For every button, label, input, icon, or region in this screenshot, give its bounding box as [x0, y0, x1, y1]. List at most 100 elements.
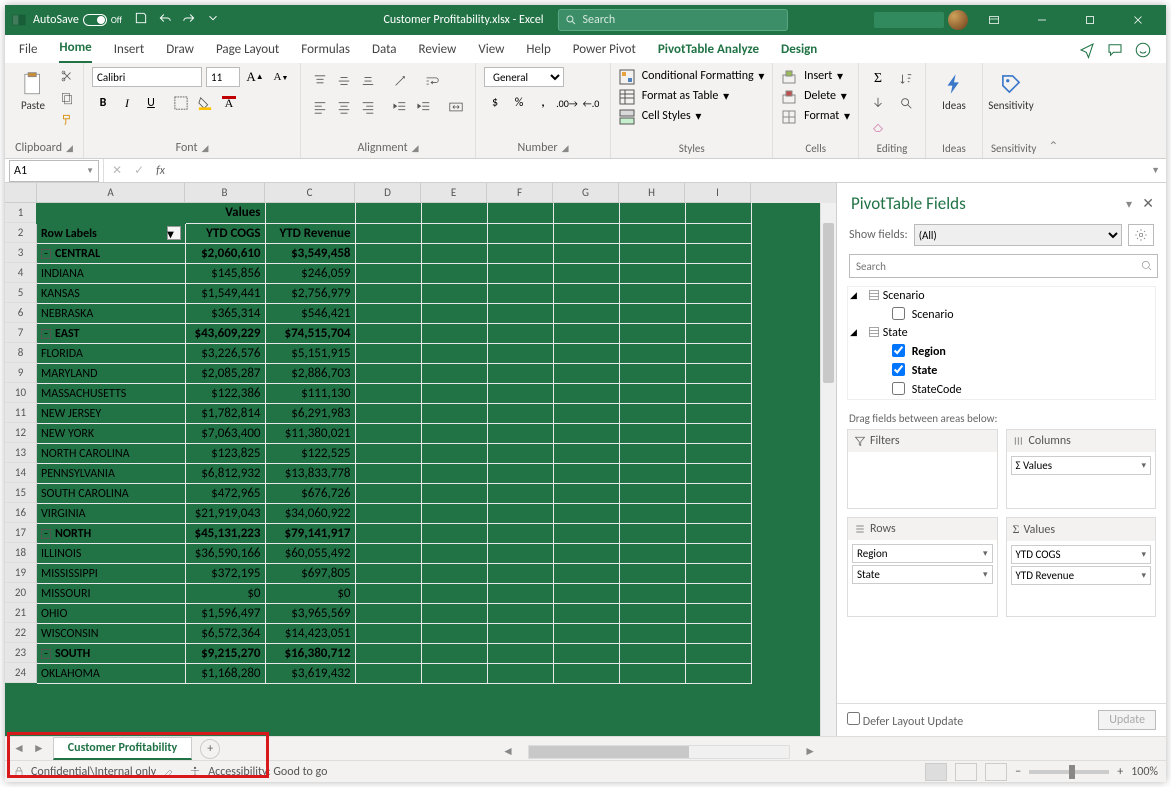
zoom-out-button[interactable]: −: [1015, 765, 1021, 779]
field-list-item[interactable]: ◢ State: [848, 324, 1155, 342]
cell[interactable]: [553, 623, 619, 643]
cell[interactable]: $43,609,229: [185, 323, 265, 343]
row-header[interactable]: 20: [5, 583, 37, 603]
cell[interactable]: [355, 563, 421, 583]
bold-button[interactable]: B: [92, 93, 114, 113]
search-input[interactable]: Search: [558, 9, 788, 31]
update-button[interactable]: Update: [1098, 710, 1156, 730]
font-name-input[interactable]: [92, 67, 202, 87]
cell[interactable]: [265, 203, 355, 223]
cell[interactable]: VIRGINIA: [41, 507, 86, 521]
cell[interactable]: $6,572,364: [185, 623, 265, 643]
cell[interactable]: [619, 583, 685, 603]
cell[interactable]: [421, 623, 487, 643]
cell[interactable]: $2,756,979: [265, 283, 355, 303]
undo-button[interactable]: [158, 11, 172, 29]
field-list-item[interactable]: Region: [848, 342, 1155, 361]
shrink-font-button[interactable]: A▼: [270, 67, 292, 87]
cell[interactable]: [685, 463, 751, 483]
cell[interactable]: $3,619,432: [265, 663, 355, 683]
tab-power-pivot[interactable]: Power Pivot: [573, 36, 636, 63]
cell[interactable]: [487, 643, 553, 663]
row-header[interactable]: 13: [5, 443, 37, 463]
cell[interactable]: [355, 483, 421, 503]
cell[interactable]: [619, 303, 685, 323]
column-header[interactable]: F: [487, 183, 553, 203]
cell[interactable]: [421, 323, 487, 343]
row-header[interactable]: 24: [5, 663, 37, 683]
cell[interactable]: [619, 343, 685, 363]
cell[interactable]: [421, 423, 487, 443]
cell[interactable]: [685, 343, 751, 363]
cell[interactable]: [487, 623, 553, 643]
row-header[interactable]: 14: [5, 463, 37, 483]
cell[interactable]: [421, 643, 487, 663]
align-center-button[interactable]: [333, 97, 355, 117]
sort-filter-button[interactable]: [895, 69, 917, 89]
cell[interactable]: $472,965: [185, 483, 265, 503]
page-break-view-button[interactable]: [985, 763, 1007, 781]
cell[interactable]: [553, 403, 619, 423]
cell[interactable]: [685, 443, 751, 463]
cell[interactable]: NEBRASKA: [41, 307, 93, 321]
format-as-table-button[interactable]: Format as Table ▾: [619, 89, 729, 105]
cell[interactable]: [355, 283, 421, 303]
column-header[interactable]: H: [619, 183, 685, 203]
cell[interactable]: $122,525: [265, 443, 355, 463]
ideas-button[interactable]: Ideas: [934, 67, 974, 112]
cell[interactable]: $6,812,932: [185, 463, 265, 483]
cell[interactable]: FLORIDA: [41, 347, 83, 361]
cell[interactable]: [619, 543, 685, 563]
sheet-nav-next[interactable]: ►: [33, 741, 45, 756]
comments-button[interactable]: [1106, 41, 1124, 63]
cell[interactable]: [685, 323, 751, 343]
cell[interactable]: MISSISSIPPI: [41, 567, 98, 581]
cell[interactable]: [619, 383, 685, 403]
field-list-item[interactable]: ◢ Scenario: [848, 287, 1155, 305]
cell[interactable]: [685, 603, 751, 623]
merge-center-button[interactable]: [445, 97, 467, 117]
cell[interactable]: [619, 523, 685, 543]
cell[interactable]: [355, 323, 421, 343]
cell[interactable]: [553, 243, 619, 263]
tab-data[interactable]: Data: [372, 36, 397, 63]
row-header[interactable]: 17: [5, 523, 37, 543]
cell[interactable]: [487, 243, 553, 263]
cell[interactable]: $2,060,610: [185, 243, 265, 263]
cell[interactable]: [685, 663, 751, 683]
cell[interactable]: [685, 543, 751, 563]
column-header[interactable]: I: [685, 183, 751, 203]
paste-button[interactable]: Paste: [13, 67, 53, 112]
field-list[interactable]: ◢ Scenario Scenario◢ State Region State …: [847, 286, 1156, 400]
row-header[interactable]: 22: [5, 623, 37, 643]
cell[interactable]: [685, 523, 751, 543]
row-header[interactable]: 5: [5, 283, 37, 303]
cell[interactable]: [487, 663, 553, 683]
cell[interactable]: [487, 543, 553, 563]
cell[interactable]: [685, 503, 751, 523]
cell[interactable]: [421, 343, 487, 363]
grow-font-button[interactable]: A▲: [244, 67, 266, 87]
cell[interactable]: MARYLAND: [41, 367, 98, 381]
cell[interactable]: Row Labels: [41, 227, 97, 241]
cell[interactable]: SOUTH CAROLINA: [41, 487, 129, 501]
cell[interactable]: [421, 363, 487, 383]
row-header[interactable]: 15: [5, 483, 37, 503]
cell[interactable]: [685, 363, 751, 383]
cell[interactable]: YTD COGS: [185, 223, 265, 243]
cell[interactable]: [421, 583, 487, 603]
name-box[interactable]: A1▼: [9, 160, 99, 182]
cell[interactable]: [487, 303, 553, 323]
cell[interactable]: $9,215,270: [185, 643, 265, 663]
maximize-button[interactable]: [1068, 5, 1112, 35]
cell[interactable]: $21,919,043: [185, 503, 265, 523]
tab-help[interactable]: Help: [526, 36, 550, 63]
cell[interactable]: [685, 563, 751, 583]
cell[interactable]: [619, 623, 685, 643]
new-sheet-button[interactable]: +: [200, 739, 220, 759]
align-bottom-button[interactable]: [357, 71, 379, 91]
cell[interactable]: [421, 223, 487, 243]
zoom-level[interactable]: 100%: [1131, 765, 1158, 779]
cell[interactable]: MISSOURI: [41, 587, 91, 601]
decrease-decimal-button[interactable]: ←.0: [580, 93, 602, 113]
